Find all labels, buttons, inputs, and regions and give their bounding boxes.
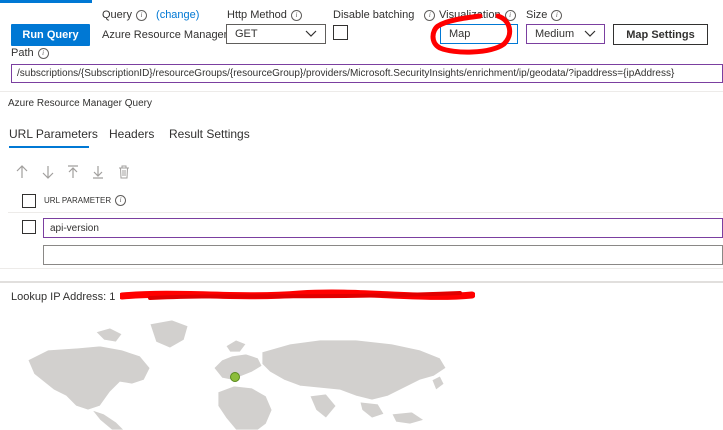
chevron-down-icon (584, 30, 596, 37)
info-icon[interactable]: i (504, 10, 516, 21)
arrow-down-icon[interactable] (42, 165, 54, 179)
map-settings-button[interactable]: Map Settings (613, 24, 708, 45)
query-type-text: Azure Resource Manager (102, 29, 228, 41)
size-label: Size (526, 9, 548, 21)
info-icon[interactable]: i (424, 10, 436, 21)
path-label: Path (11, 47, 34, 59)
delete-icon[interactable] (118, 165, 130, 179)
url-parameter-input[interactable]: api-version (43, 218, 723, 238)
new-parameter-input[interactable] (43, 245, 723, 265)
move-to-bottom-icon[interactable] (92, 165, 104, 179)
info-icon[interactable]: i (290, 10, 302, 21)
query-label: Query (102, 9, 132, 21)
url-parameter-header: URL PARAMETER (44, 196, 112, 205)
info-icon[interactable]: i (135, 10, 147, 21)
active-indicator (0, 0, 92, 3)
lookup-ip-label: Lookup IP Address: 1 (11, 291, 116, 303)
disable-batching-label-group: Disable batching i (333, 9, 436, 21)
visualization-select[interactable]: Map (440, 24, 518, 44)
run-query-button[interactable]: Run Query (11, 24, 90, 46)
tab-result-settings[interactable]: Result Settings (169, 127, 250, 141)
info-icon[interactable]: i (551, 10, 563, 21)
table-header-divider (8, 212, 723, 213)
active-tab-indicator (9, 146, 89, 148)
divider (0, 91, 723, 92)
chevron-down-icon (305, 30, 317, 37)
move-to-top-icon[interactable] (67, 165, 79, 179)
info-icon[interactable]: i (115, 195, 127, 206)
arrow-up-icon[interactable] (16, 165, 28, 179)
disable-batching-label: Disable batching (333, 9, 415, 21)
visualization-label: Visualization (439, 9, 501, 21)
url-parameter-header-group: URL PARAMETER i (44, 195, 127, 206)
info-icon[interactable]: i (37, 48, 49, 59)
size-select[interactable]: Medium (526, 24, 605, 44)
query-label-group: Query i (change) (102, 9, 199, 21)
row-checkbox[interactable] (22, 220, 36, 234)
tab-headers[interactable]: Headers (109, 127, 154, 141)
http-method-label-group: Http Method i (227, 9, 302, 21)
size-value: Medium (535, 28, 575, 40)
http-method-select[interactable]: GET (226, 24, 326, 44)
size-label-group: Size i (526, 9, 563, 21)
world-map[interactable] (0, 310, 723, 430)
tab-url-parameters[interactable]: URL Parameters (9, 127, 98, 141)
redaction-scribble (120, 289, 475, 300)
select-all-checkbox[interactable] (22, 194, 36, 208)
path-label-group: Path i (11, 47, 49, 59)
path-input[interactable]: /subscriptions/{SubscriptionID}/resource… (11, 64, 723, 83)
visualization-label-group: Visualization i (439, 9, 516, 21)
disable-batching-checkbox[interactable] (333, 25, 348, 40)
http-method-label: Http Method (227, 9, 287, 21)
results-divider (0, 281, 723, 283)
http-method-value: GET (235, 28, 258, 40)
visualization-value: Map (449, 28, 471, 40)
divider (0, 268, 723, 269)
change-query-link[interactable]: (change) (156, 9, 199, 21)
location-marker[interactable] (230, 372, 240, 382)
section-title: Azure Resource Manager Query (8, 98, 152, 109)
